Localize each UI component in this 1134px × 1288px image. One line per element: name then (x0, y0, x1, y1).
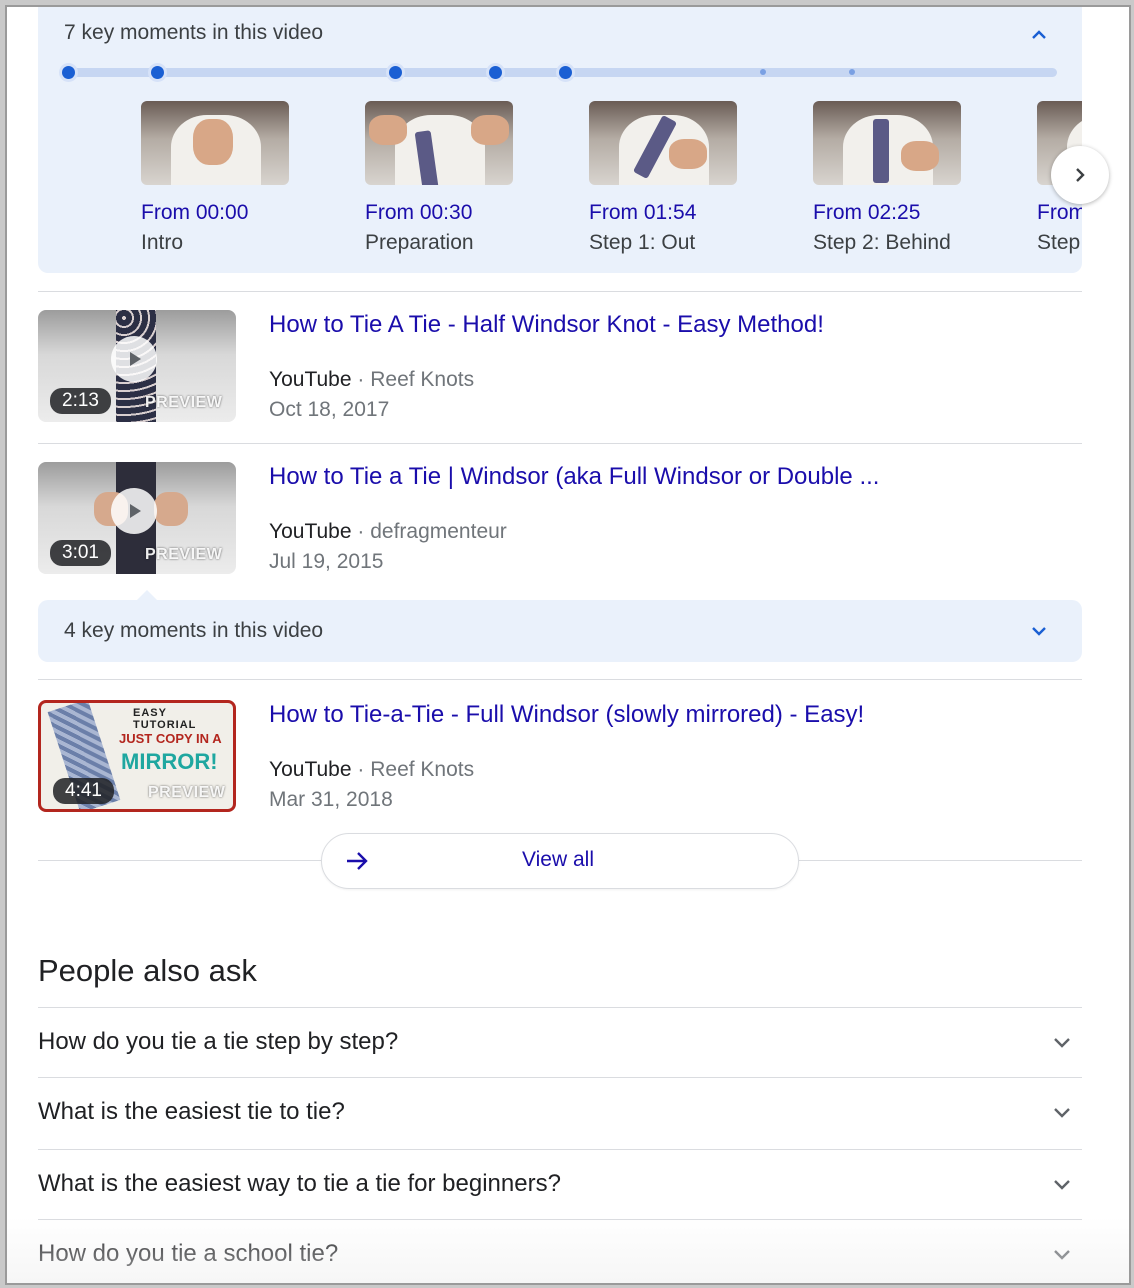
paa-question-text[interactable]: How do you tie a school tie? (38, 1240, 338, 1268)
paa-question[interactable]: How do you tie a tie step by step? (38, 1007, 1082, 1078)
paa-question-text[interactable]: What is the easiest tie to tie? (38, 1098, 345, 1126)
moment-thumbnail[interactable] (141, 101, 289, 185)
moment-label: Preparation (365, 231, 474, 254)
chevron-down-icon[interactable] (1050, 1242, 1074, 1266)
chevron-up-icon[interactable] (1027, 23, 1051, 47)
moment-time[interactable]: From 02:25 (813, 201, 920, 225)
divider (38, 291, 1082, 292)
video-title-link[interactable]: How to Tie a Tie | Windsor (aka Full Win… (269, 463, 879, 491)
moment-thumbnail[interactable] (589, 101, 737, 185)
video-source: YouTube · defragmenteur (269, 520, 507, 544)
paa-question[interactable]: What is the easiest way to tie a tie for… (38, 1149, 1082, 1220)
key-moments-title: 7 key moments in this video (64, 21, 324, 44)
divider (38, 443, 1082, 444)
source-name: YouTube (269, 758, 352, 781)
chevron-down-icon[interactable] (1050, 1030, 1074, 1054)
play-icon[interactable] (111, 336, 157, 382)
video-date: Mar 31, 2018 (269, 788, 393, 811)
key-moment-item[interactable]: From 00:30 Preparation (365, 101, 565, 254)
divider (38, 679, 1082, 680)
paa-question-text[interactable]: How do you tie a tie step by step? (38, 1028, 398, 1056)
chevron-down-icon[interactable] (1050, 1100, 1074, 1124)
video-title-link[interactable]: How to Tie-a-Tie - Full Windsor (slowly … (269, 701, 864, 729)
moment-time[interactable]: From 00:00 (141, 201, 248, 225)
video-source: YouTube · Reef Knots (269, 368, 474, 392)
key-moments-title: 4 key moments in this video (64, 619, 324, 642)
timeline-dot[interactable] (62, 66, 75, 79)
timeline-dot[interactable] (151, 66, 164, 79)
chevron-right-icon (1076, 168, 1085, 182)
play-icon[interactable] (111, 488, 157, 534)
timeline-dot[interactable] (760, 69, 766, 75)
video-source: YouTube · Reef Knots (269, 758, 474, 782)
paa-question[interactable]: How do you tie a school tie? (38, 1219, 1082, 1283)
moment-time[interactable]: From (1037, 201, 1082, 225)
channel-name: Reef Knots (370, 368, 475, 391)
video-title-link[interactable]: How to Tie A Tie - Half Windsor Knot - E… (269, 311, 824, 339)
preview-label: PREVIEW (148, 784, 226, 801)
moment-label: Step 2: Behind (813, 231, 951, 254)
key-moment-item[interactable]: From 00:00 Intro (141, 101, 341, 254)
moment-label: Step (1037, 231, 1081, 254)
thumbnail-text: JUST COPY IN A (119, 731, 222, 746)
thumbnail-text: MIRROR! (121, 749, 218, 774)
key-moments-panel: 7 key moments in this video From 00:00 I… (38, 7, 1082, 273)
moment-thumbnail[interactable] (813, 101, 961, 185)
video-thumbnail[interactable]: EASY TUTORIAL JUST COPY IN A MIRROR! 4:4… (38, 700, 236, 812)
carousel-next-button[interactable] (1051, 146, 1109, 204)
preview-label: PREVIEW (145, 546, 223, 563)
view-all-label: View all (522, 848, 594, 871)
source-name: YouTube (269, 368, 352, 391)
video-duration: 3:01 (50, 540, 111, 566)
paa-question[interactable]: What is the easiest tie to tie? (38, 1077, 1082, 1148)
key-moments-collapsed[interactable]: 4 key moments in this video (38, 600, 1082, 662)
video-duration: 4:41 (53, 778, 114, 804)
video-thumbnail[interactable]: 2:13 PREVIEW (38, 310, 236, 422)
video-thumbnail[interactable]: 3:01 PREVIEW (38, 462, 236, 574)
view-all-button[interactable]: View all (321, 833, 799, 889)
moment-thumbnail[interactable] (365, 101, 513, 185)
people-also-ask-title: People also ask (38, 953, 257, 988)
search-results-frame: 7 key moments in this video From 00:00 I… (5, 5, 1131, 1285)
video-date: Oct 18, 2017 (269, 398, 390, 421)
timeline-dot[interactable] (389, 66, 402, 79)
separator: · (357, 368, 365, 391)
video-date: Jul 19, 2015 (269, 550, 384, 573)
separator: · (357, 758, 365, 781)
arrow-right-icon (347, 852, 368, 870)
channel-name: Reef Knots (370, 758, 475, 781)
moment-label: Intro (141, 231, 184, 254)
chevron-down-icon[interactable] (1050, 1172, 1074, 1196)
paa-question-text[interactable]: What is the easiest way to tie a tie for… (38, 1170, 561, 1198)
chevron-down-icon[interactable] (1027, 619, 1051, 643)
moment-time[interactable]: From 01:54 (589, 201, 696, 225)
key-moment-item[interactable]: From 01:54 Step 1: Out (589, 101, 789, 254)
timeline-dot[interactable] (559, 66, 572, 79)
timeline-dot[interactable] (849, 69, 855, 75)
thumbnail-text: EASY TUTORIAL (133, 707, 197, 731)
video-duration: 2:13 (50, 388, 111, 414)
moment-time[interactable]: From 00:30 (365, 201, 472, 225)
separator: · (357, 520, 365, 543)
channel-name: defragmenteur (370, 520, 507, 543)
moment-label: Step 1: Out (589, 231, 696, 254)
preview-label: PREVIEW (145, 394, 223, 411)
key-moment-item[interactable]: From 02:25 Step 2: Behind (813, 101, 1013, 254)
source-name: YouTube (269, 520, 352, 543)
timeline-dot[interactable] (489, 66, 502, 79)
